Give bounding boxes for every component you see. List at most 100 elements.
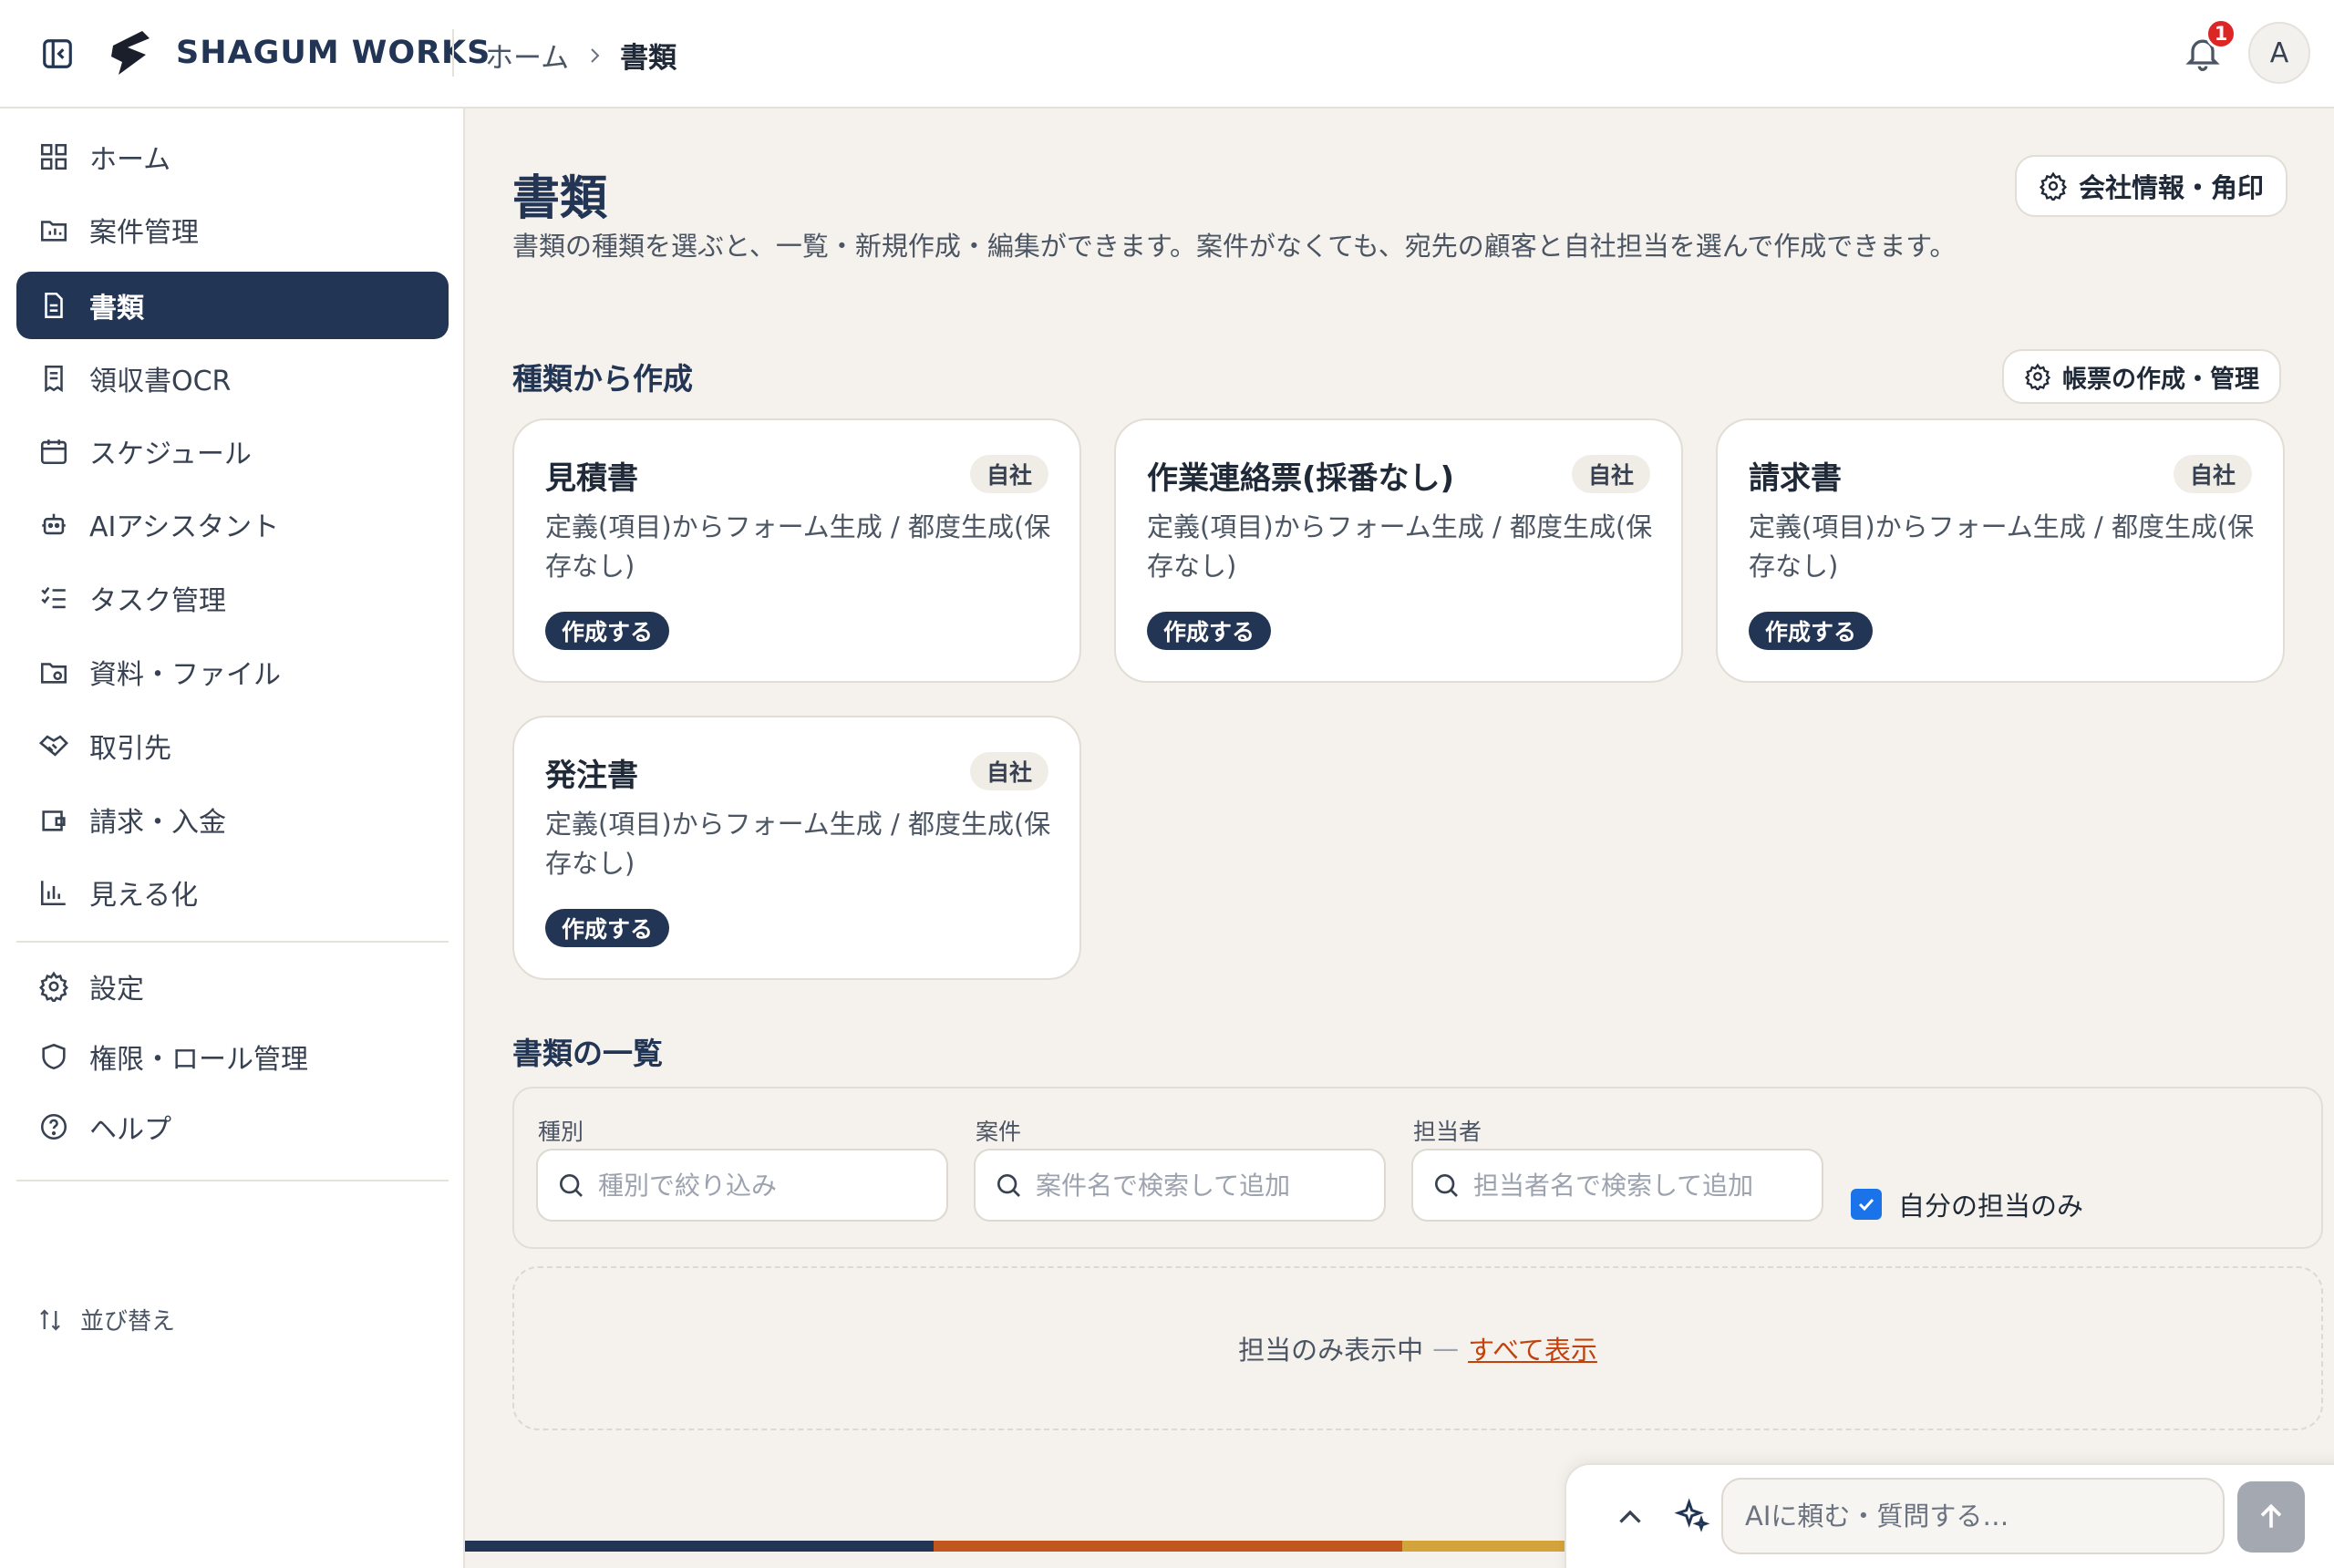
- checkbox-checked-icon[interactable]: [1851, 1189, 1882, 1220]
- empty-state: 担当のみ表示中 — すべて表示: [512, 1266, 2323, 1430]
- sidebar-item-receipt-ocr[interactable]: 領収書OCR: [16, 345, 449, 412]
- document-type-card[interactable]: 発注書 自社 定義(項目)からフォーム生成 / 都度生成(保存なし) 作成する: [512, 716, 1081, 980]
- sort-label: 並び替え: [80, 1308, 176, 1336]
- breadcrumb-current: 書類: [620, 42, 677, 75]
- sidebar-item-label: 案件管理: [89, 217, 199, 249]
- project-filter-input[interactable]: [1036, 1170, 1382, 1201]
- folder-chart-icon: [40, 221, 67, 242]
- card-title: 請求書: [1749, 460, 1842, 497]
- breadcrumb-home[interactable]: ホーム: [485, 35, 569, 76]
- ai-prompt-field[interactable]: [1721, 1478, 2225, 1554]
- type-filter-input[interactable]: [598, 1170, 945, 1201]
- search-icon: [997, 1174, 1020, 1197]
- sidebar-item-label: 領収書OCR: [89, 366, 232, 397]
- project-filter-label: 案件: [976, 1119, 1022, 1145]
- sidebar-item-help[interactable]: ヘルプ: [16, 1093, 449, 1161]
- mine-only-label: 自分の担当のみ: [1898, 1191, 2084, 1222]
- sidebar-item-label: ホーム: [89, 144, 171, 176]
- sidebar-item-permissions[interactable]: 権限・ロール管理: [16, 1023, 449, 1090]
- sidebar-item-label: 請求・入金: [89, 807, 226, 839]
- brand-stripe-navy: [465, 1541, 934, 1552]
- logo-icon: [111, 31, 150, 75]
- manage-forms-button[interactable]: 帳票の作成・管理: [2002, 349, 2281, 404]
- sidebar-item-documents[interactable]: 書類: [16, 272, 449, 339]
- help-circle-icon: [40, 1113, 67, 1140]
- card-description: 定義(項目)からフォーム生成 / 都度生成(保存なし): [545, 511, 1051, 582]
- search-icon: [560, 1174, 583, 1197]
- handshake-icon: [38, 735, 68, 757]
- create-button[interactable]: 作成する: [1749, 612, 1874, 650]
- document-type-card[interactable]: 作業連絡票(採番なし) 自社 定義(項目)からフォーム生成 / 都度生成(保存な…: [1114, 418, 1683, 683]
- document-type-card[interactable]: 請求書 自社 定義(項目)からフォーム生成 / 都度生成(保存なし) 作成する: [1716, 418, 2285, 683]
- sidebar-item-label: 見える化: [89, 880, 199, 912]
- card-title: 見積書: [545, 460, 638, 497]
- ai-send-button[interactable]: [2237, 1481, 2305, 1553]
- shield-icon: [42, 1043, 66, 1070]
- ai-assistant-bar: [1565, 1463, 2334, 1568]
- sidebar-item-label: ヘルプ: [89, 1114, 171, 1146]
- card-description: 定義(項目)からフォーム生成 / 都度生成(保存なし): [1749, 511, 2255, 582]
- card-title: 作業連絡票(採番なし): [1147, 460, 1455, 497]
- chevron-right-icon: [584, 45, 605, 67]
- grid-icon: [40, 143, 67, 170]
- sidebar-toggle-icon[interactable]: [40, 36, 75, 71]
- main-content: 書類 書類の種類を選ぶと、一覧・新規作成・編集ができます。案件がなくても、宛先の…: [465, 108, 2334, 1568]
- top-header: SHAGUM WORKS ホーム 書類 1 A: [0, 0, 2334, 108]
- ai-prompt-input[interactable]: [1745, 1501, 2201, 1532]
- checklist-icon: [41, 586, 66, 609]
- folder-file-icon: [40, 663, 67, 684]
- sidebar-item-tasks[interactable]: タスク管理: [16, 564, 449, 632]
- gear-icon: [2039, 171, 2068, 201]
- empty-state-dash: —: [1432, 1333, 1460, 1364]
- filter-panel: 種別 案件 担当者 自分の担当のみ: [512, 1087, 2323, 1249]
- page-title: 書類: [512, 171, 608, 226]
- gear-icon: [2024, 363, 2051, 390]
- chevron-up-icon[interactable]: [1614, 1501, 1647, 1534]
- brand-name: SHAGUM WORKS: [176, 35, 491, 71]
- page-description: 書類の種類を選ぶと、一覧・新規作成・編集ができます。案件がなくても、宛先の顧客と…: [512, 231, 1957, 262]
- sidebar-item-settings[interactable]: 設定: [16, 953, 449, 1020]
- sidebar-item-schedule[interactable]: スケジュール: [16, 418, 449, 485]
- company-info-button[interactable]: 会社情報・角印: [2015, 155, 2288, 217]
- assignee-filter-label: 担当者: [1413, 1119, 1482, 1145]
- type-filter-field[interactable]: [536, 1149, 948, 1222]
- create-button[interactable]: 作成する: [545, 909, 670, 947]
- card-description: 定義(項目)からフォーム生成 / 都度生成(保存なし): [1147, 511, 1653, 582]
- sidebar-item-files[interactable]: 資料・ファイル: [16, 638, 449, 706]
- wallet-icon: [42, 810, 66, 831]
- sidebar-item-projects[interactable]: 案件管理: [16, 196, 449, 263]
- breadcrumb: ホーム 書類: [485, 35, 676, 76]
- header-divider: [452, 29, 454, 77]
- brand-stripe-rust: [934, 1541, 1402, 1552]
- sidebar-item-analytics[interactable]: 見える化: [16, 859, 449, 926]
- sidebar: ホーム 案件管理 書類 領収書OCR スケジュール AIアシスタント タスク管理…: [0, 108, 465, 1568]
- sidebar-item-ai-assistant[interactable]: AIアシスタント: [16, 490, 449, 558]
- sidebar-item-home[interactable]: ホーム: [16, 123, 449, 191]
- sidebar-item-label: 資料・ファイル: [89, 659, 281, 691]
- card-tag: 自社: [969, 752, 1048, 790]
- project-filter-field[interactable]: [974, 1149, 1386, 1222]
- show-all-link[interactable]: すべて表示: [1468, 1329, 1597, 1367]
- sidebar-divider: [16, 1180, 449, 1181]
- assignee-filter-input[interactable]: [1473, 1170, 1820, 1201]
- empty-state-text: 担当のみ表示中: [1238, 1335, 1424, 1366]
- assignee-filter-field[interactable]: [1411, 1149, 1823, 1222]
- calendar-icon: [40, 439, 67, 465]
- create-button[interactable]: 作成する: [545, 612, 670, 650]
- sidebar-item-label: タスク管理: [89, 585, 226, 617]
- document-type-card[interactable]: 見積書 自社 定義(項目)からフォーム生成 / 都度生成(保存なし) 作成する: [512, 418, 1081, 683]
- avatar[interactable]: A: [2248, 22, 2310, 84]
- sparkles-icon: [1674, 1498, 1710, 1532]
- sidebar-sort-button[interactable]: 並び替え: [36, 1303, 175, 1336]
- sidebar-item-label: 取引先: [89, 733, 171, 765]
- company-info-label: 会社情報・角印: [2079, 172, 2265, 203]
- sidebar-item-billing[interactable]: 請求・入金: [16, 786, 449, 853]
- mine-only-toggle[interactable]: 自分の担当のみ: [1851, 1185, 2083, 1223]
- create-button[interactable]: 作成する: [1147, 612, 1272, 650]
- sidebar-item-label: AIアシスタント: [89, 511, 280, 543]
- receipt-icon: [45, 365, 63, 393]
- sidebar-item-clients[interactable]: 取引先: [16, 712, 449, 779]
- gear-icon: [39, 971, 68, 1002]
- document-icon: [45, 292, 63, 319]
- card-title: 発注書: [545, 758, 638, 794]
